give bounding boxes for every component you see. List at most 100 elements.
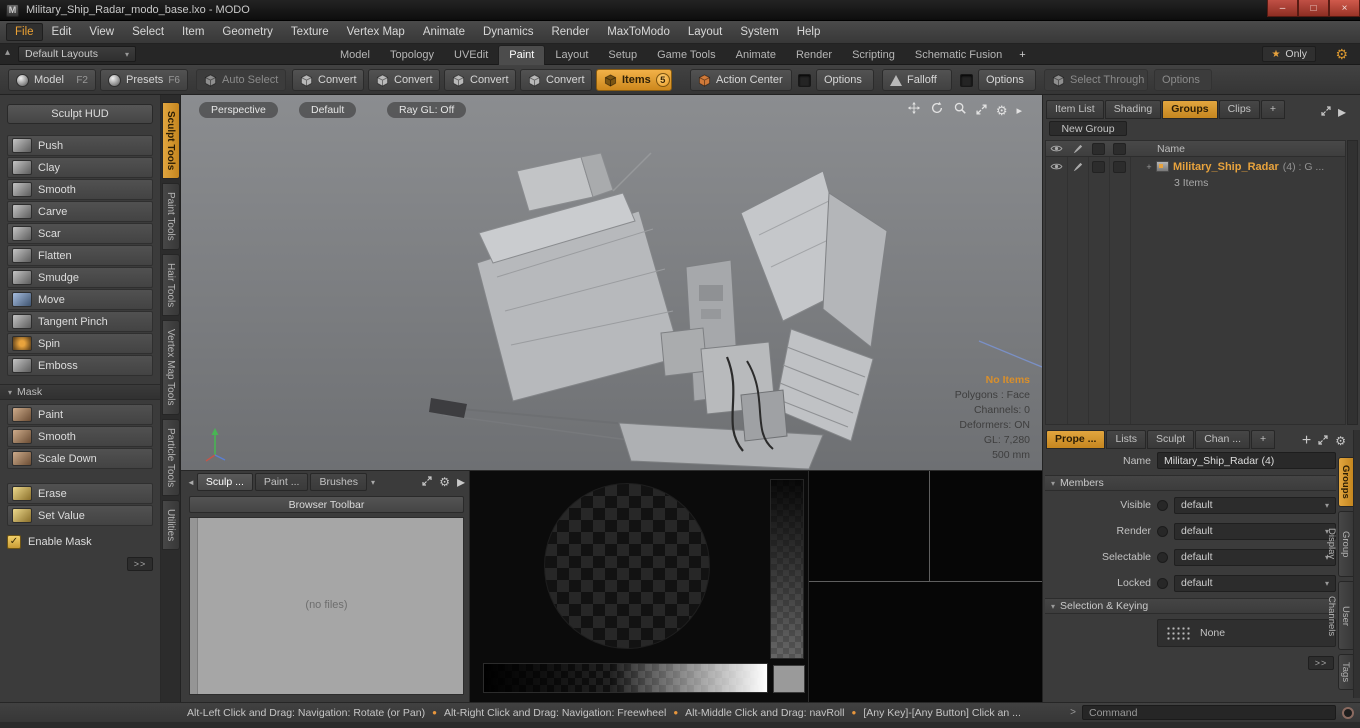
selectable-toggle[interactable] bbox=[1157, 551, 1168, 563]
viewport-more-icon[interactable]: ▸ bbox=[1016, 104, 1022, 117]
mask-section-header[interactable]: ▾ Mask bbox=[0, 384, 160, 400]
tool-smudge[interactable]: Smudge bbox=[7, 267, 153, 288]
layout-preset-dropdown[interactable]: Default Layouts ▾ bbox=[18, 46, 136, 62]
tab-lists[interactable]: Lists bbox=[1106, 430, 1147, 449]
tool-tab-strip-utilities[interactable]: Utilities bbox=[162, 500, 180, 551]
only-toggle[interactable]: ★ Only bbox=[1262, 46, 1316, 62]
locked-dropdown[interactable]: default ▾ bbox=[1174, 574, 1336, 592]
prop-gear-icon[interactable]: ⚙ bbox=[1335, 434, 1346, 448]
expand-icon[interactable] bbox=[976, 102, 987, 120]
tool-scar[interactable]: Scar bbox=[7, 223, 153, 244]
group-tree-row[interactable]: + Military_Ship_Radar (4) : G ... bbox=[1046, 157, 1345, 176]
tool-tab-strip-particle-tools[interactable]: Particle Tools bbox=[162, 418, 180, 497]
raygl-button[interactable]: Ray GL: Off bbox=[387, 102, 467, 118]
tool-paint[interactable]: Paint bbox=[7, 404, 153, 425]
render-toggle[interactable] bbox=[1157, 525, 1168, 537]
tab-item-list[interactable]: Item List bbox=[1046, 100, 1104, 119]
select-through-options-button[interactable]: Options bbox=[1154, 69, 1212, 91]
tool-clay[interactable]: Clay bbox=[7, 157, 153, 178]
file-browser-area[interactable]: (no files) bbox=[189, 517, 464, 695]
action-center-button[interactable]: Action Center bbox=[690, 69, 792, 91]
locked-toggle[interactable] bbox=[1157, 577, 1168, 589]
tool-smooth[interactable]: Smooth bbox=[7, 179, 153, 200]
brush-icon[interactable] bbox=[1067, 162, 1088, 172]
tool-tab-strip-paint-tools[interactable]: Paint Tools bbox=[162, 183, 180, 251]
menu-maxtomodo[interactable]: MaxToModo bbox=[598, 23, 679, 41]
menu-vertex-map[interactable]: Vertex Map bbox=[338, 23, 414, 41]
layout-tab-setup[interactable]: Setup bbox=[598, 46, 647, 65]
filter-checkbox[interactable] bbox=[1109, 160, 1130, 173]
menu-file[interactable]: File bbox=[6, 23, 43, 41]
auto-select-button[interactable]: Auto Select bbox=[196, 69, 286, 91]
add-tab-icon[interactable]: + bbox=[1302, 432, 1311, 450]
tool-push[interactable]: Push bbox=[7, 135, 153, 156]
item-panel-more-icon[interactable]: ▸ bbox=[1338, 102, 1346, 122]
tab-clips[interactable]: Clips bbox=[1218, 100, 1260, 119]
minimize-button[interactable]: – bbox=[1267, 0, 1298, 17]
command-history-icon[interactable] bbox=[1342, 706, 1354, 719]
viewport-3d[interactable]: Perspective Default Ray GL: Off ⚙ ▸ No I… bbox=[181, 95, 1042, 470]
menu-texture[interactable]: Texture bbox=[282, 23, 338, 41]
layout-tab-scripting[interactable]: Scripting bbox=[842, 46, 905, 65]
falloff-button[interactable]: Falloff bbox=[882, 69, 952, 91]
brush-preview-panel[interactable] bbox=[470, 470, 808, 702]
tool-tab-strip-hair-tools[interactable]: Hair Tools bbox=[162, 254, 180, 317]
presets-button[interactable]: Presets F6 bbox=[100, 69, 188, 91]
tool-erase[interactable]: Erase bbox=[7, 483, 153, 504]
enable-mask-toggle[interactable]: ✓ Enable Mask bbox=[7, 535, 153, 549]
tab-groups[interactable]: Groups bbox=[1162, 100, 1218, 119]
tool-tangent-pinch[interactable]: Tangent Pinch bbox=[7, 311, 153, 332]
tool-tab-strip-sculpt-tools[interactable]: Sculpt Tools bbox=[162, 102, 180, 180]
sidebar-expand-button[interactable]: >> bbox=[127, 557, 153, 571]
tab-shading[interactable]: Shading bbox=[1104, 100, 1162, 119]
convert-button-2[interactable]: Convert bbox=[368, 69, 440, 91]
layout-gear-icon[interactable]: ⚙ bbox=[1335, 46, 1348, 62]
browser-tab-sculp[interactable]: Sculp ... bbox=[196, 473, 253, 491]
tab-sculpt[interactable]: Sculpt bbox=[1147, 430, 1195, 449]
tool-flatten[interactable]: Flatten bbox=[7, 245, 153, 266]
camera-view-button[interactable]: Perspective bbox=[199, 102, 278, 118]
tree-scrollbar[interactable] bbox=[1347, 140, 1358, 425]
menu-edit[interactable]: Edit bbox=[43, 23, 81, 41]
convert-button-4[interactable]: Convert bbox=[520, 69, 592, 91]
group-name-input[interactable]: Military_Ship_Radar (4) bbox=[1157, 452, 1336, 469]
selectable-dropdown[interactable]: default▾ bbox=[1174, 548, 1336, 566]
convert-button-3[interactable]: Convert bbox=[444, 69, 516, 91]
menu-system[interactable]: System bbox=[731, 23, 787, 41]
group-tab-strip-groups[interactable]: Groups bbox=[1338, 457, 1354, 507]
render-dropdown[interactable]: default▾ bbox=[1174, 522, 1336, 540]
group-tab-strip-tags[interactable]: Tags bbox=[1338, 653, 1354, 690]
falloff-checkbox[interactable] bbox=[960, 74, 973, 87]
layout-tab-layout[interactable]: Layout bbox=[545, 46, 598, 65]
tool-tab-strip-vertex-map-tools[interactable]: Vertex Map Tools bbox=[162, 320, 180, 415]
visible-toggle[interactable] bbox=[1157, 499, 1168, 511]
zoom-icon[interactable] bbox=[953, 101, 967, 120]
expand-icon[interactable] bbox=[1321, 103, 1331, 121]
menu-dynamics[interactable]: Dynamics bbox=[474, 23, 542, 41]
browser-toolbar-button[interactable]: Browser Toolbar bbox=[189, 496, 464, 513]
tab-add[interactable]: + bbox=[1251, 430, 1276, 449]
layout-tab-paint[interactable]: Paint bbox=[498, 45, 546, 65]
tab-add[interactable]: + bbox=[1260, 100, 1286, 119]
eye-icon[interactable] bbox=[1046, 162, 1067, 171]
menu-render[interactable]: Render bbox=[542, 23, 598, 41]
menu-item[interactable]: Item bbox=[173, 23, 213, 41]
tool-emboss[interactable]: Emboss bbox=[7, 355, 153, 376]
group-tab-strip-group-display[interactable]: Group Display bbox=[1326, 510, 1354, 578]
tab-prope[interactable]: Prope ... bbox=[1046, 430, 1106, 449]
browser-tab-paint[interactable]: Paint ... bbox=[254, 473, 309, 491]
menu-geometry[interactable]: Geometry bbox=[213, 23, 282, 41]
close-button[interactable]: × bbox=[1329, 0, 1360, 17]
sculpt-hud-button[interactable]: Sculpt HUD bbox=[7, 104, 153, 124]
command-input[interactable]: Command bbox=[1082, 705, 1336, 720]
orbit-icon[interactable] bbox=[930, 101, 944, 120]
tool-move[interactable]: Move bbox=[7, 289, 153, 310]
falloff-options-button[interactable]: Options bbox=[978, 69, 1036, 91]
convert-button-1[interactable]: Convert bbox=[292, 69, 364, 91]
layout-tab-add[interactable]: + bbox=[1012, 46, 1032, 65]
expand-icon[interactable] bbox=[422, 473, 432, 491]
model-mode-button[interactable]: Model F2 bbox=[8, 69, 96, 91]
group-tab-strip-user-channels[interactable]: User Channels bbox=[1326, 581, 1354, 650]
layout-tab-schematic-fusion[interactable]: Schematic Fusion bbox=[905, 46, 1012, 65]
menu-help[interactable]: Help bbox=[788, 23, 830, 41]
